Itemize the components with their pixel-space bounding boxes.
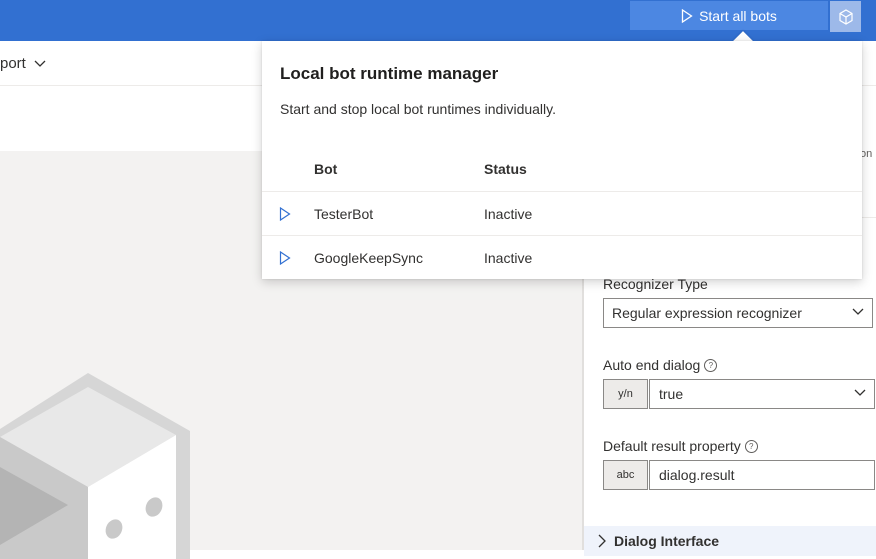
bot-runtime-icon: [838, 8, 853, 25]
type-selector-yn[interactable]: y/n: [603, 379, 648, 409]
chevron-right-icon: [598, 534, 606, 548]
info-icon[interactable]: ?: [704, 358, 718, 372]
play-icon[interactable]: [279, 251, 291, 265]
default-result-label-text: Default result property: [603, 438, 741, 454]
auto-end-dialog-label-text: Auto end dialog: [603, 357, 701, 373]
column-header-status: Status: [484, 161, 527, 177]
chevron-down-icon: [34, 60, 46, 67]
bot-name: TesterBot: [314, 206, 374, 222]
bot-status: Inactive: [484, 206, 533, 222]
dialog-interface-label: Dialog Interface: [614, 533, 720, 549]
info-icon[interactable]: ?: [744, 439, 758, 453]
play-icon: [681, 8, 693, 23]
auto-end-dialog-dropdown[interactable]: true: [649, 379, 875, 409]
play-icon[interactable]: [279, 207, 291, 221]
default-result-property-input[interactable]: dialog.result: [649, 460, 875, 490]
default-result-property-label: Default result property ?: [603, 438, 758, 454]
auto-end-dialog-value: true: [659, 386, 684, 402]
callout-title: Local bot runtime manager: [280, 64, 499, 83]
type-selector-abc[interactable]: abc: [603, 460, 648, 490]
recognizer-type-value: Regular expression recognizer: [612, 305, 802, 321]
callout-description: Start and stop local bot runtimes indivi…: [280, 101, 556, 117]
start-all-bots-label: Start all bots: [699, 7, 777, 24]
type-label: y/n: [618, 388, 633, 400]
local-bot-runtime-manager-callout: Local bot runtime manager Start and stop…: [262, 41, 862, 279]
chevron-down-icon: [852, 308, 864, 315]
column-header-bot: Bot: [314, 161, 338, 177]
table-row: GoogleKeepSync Inactive: [262, 235, 862, 280]
bot-name: GoogleKeepSync: [314, 250, 423, 266]
bot-cube-illustration: [0, 373, 190, 559]
auto-end-dialog-label: Auto end dialog ?: [603, 357, 718, 373]
start-all-bots-button[interactable]: Start all bots: [630, 1, 828, 30]
chevron-down-icon: [854, 389, 866, 396]
export-label: port: [0, 55, 26, 72]
bot-status: Inactive: [484, 250, 533, 266]
dialog-interface-section[interactable]: Dialog Interface: [584, 526, 876, 556]
export-menu[interactable]: port: [0, 55, 46, 72]
recognizer-type-dropdown[interactable]: Regular expression recognizer: [603, 298, 873, 328]
table-row: TesterBot Inactive: [262, 191, 862, 236]
type-label: abc: [616, 469, 635, 481]
default-result-value: dialog.result: [659, 467, 735, 483]
bot-runtime-button[interactable]: [830, 1, 861, 32]
